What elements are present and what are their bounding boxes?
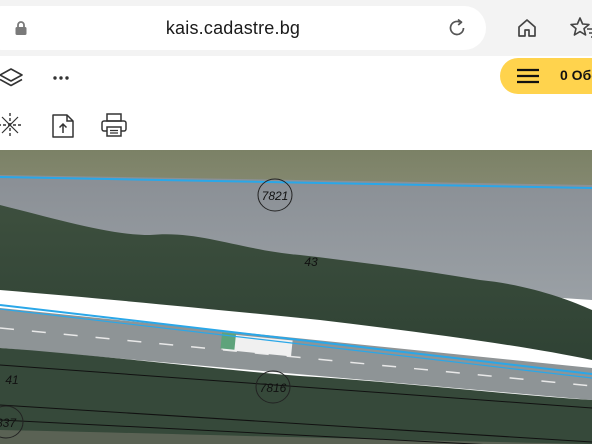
more-icon[interactable] <box>52 74 70 82</box>
svg-text:837: 837 <box>0 416 17 430</box>
crosshair-icon[interactable] <box>0 111 24 139</box>
map-label-43: 43 <box>304 255 318 269</box>
export-icon[interactable] <box>50 112 76 140</box>
svg-text:7821: 7821 <box>262 189 289 203</box>
home-icon[interactable] <box>515 16 539 40</box>
map-canvas[interactable]: 7821 7816 837 43 41 <box>0 150 592 444</box>
cadastral-map[interactable]: 7821 7816 837 43 41 <box>0 150 592 444</box>
print-icon[interactable] <box>100 112 128 138</box>
url-text: kais.cadastre.bg <box>165 17 301 38</box>
layers-icon[interactable] <box>0 66 24 92</box>
address-bar[interactable]: kais.cadastre.bg <box>0 6 486 50</box>
map-label-41: 41 <box>5 373 18 387</box>
objects-button[interactable]: 0 Обе <box>500 58 592 94</box>
reload-icon[interactable] <box>446 17 468 39</box>
menu-icon <box>517 68 539 84</box>
objects-count-label: 0 Обе <box>560 67 592 83</box>
svg-text:7816: 7816 <box>260 381 287 395</box>
browser-toolbar: kais.cadastre.bg <box>0 0 592 56</box>
bookmark-star-icon[interactable] <box>568 15 592 41</box>
